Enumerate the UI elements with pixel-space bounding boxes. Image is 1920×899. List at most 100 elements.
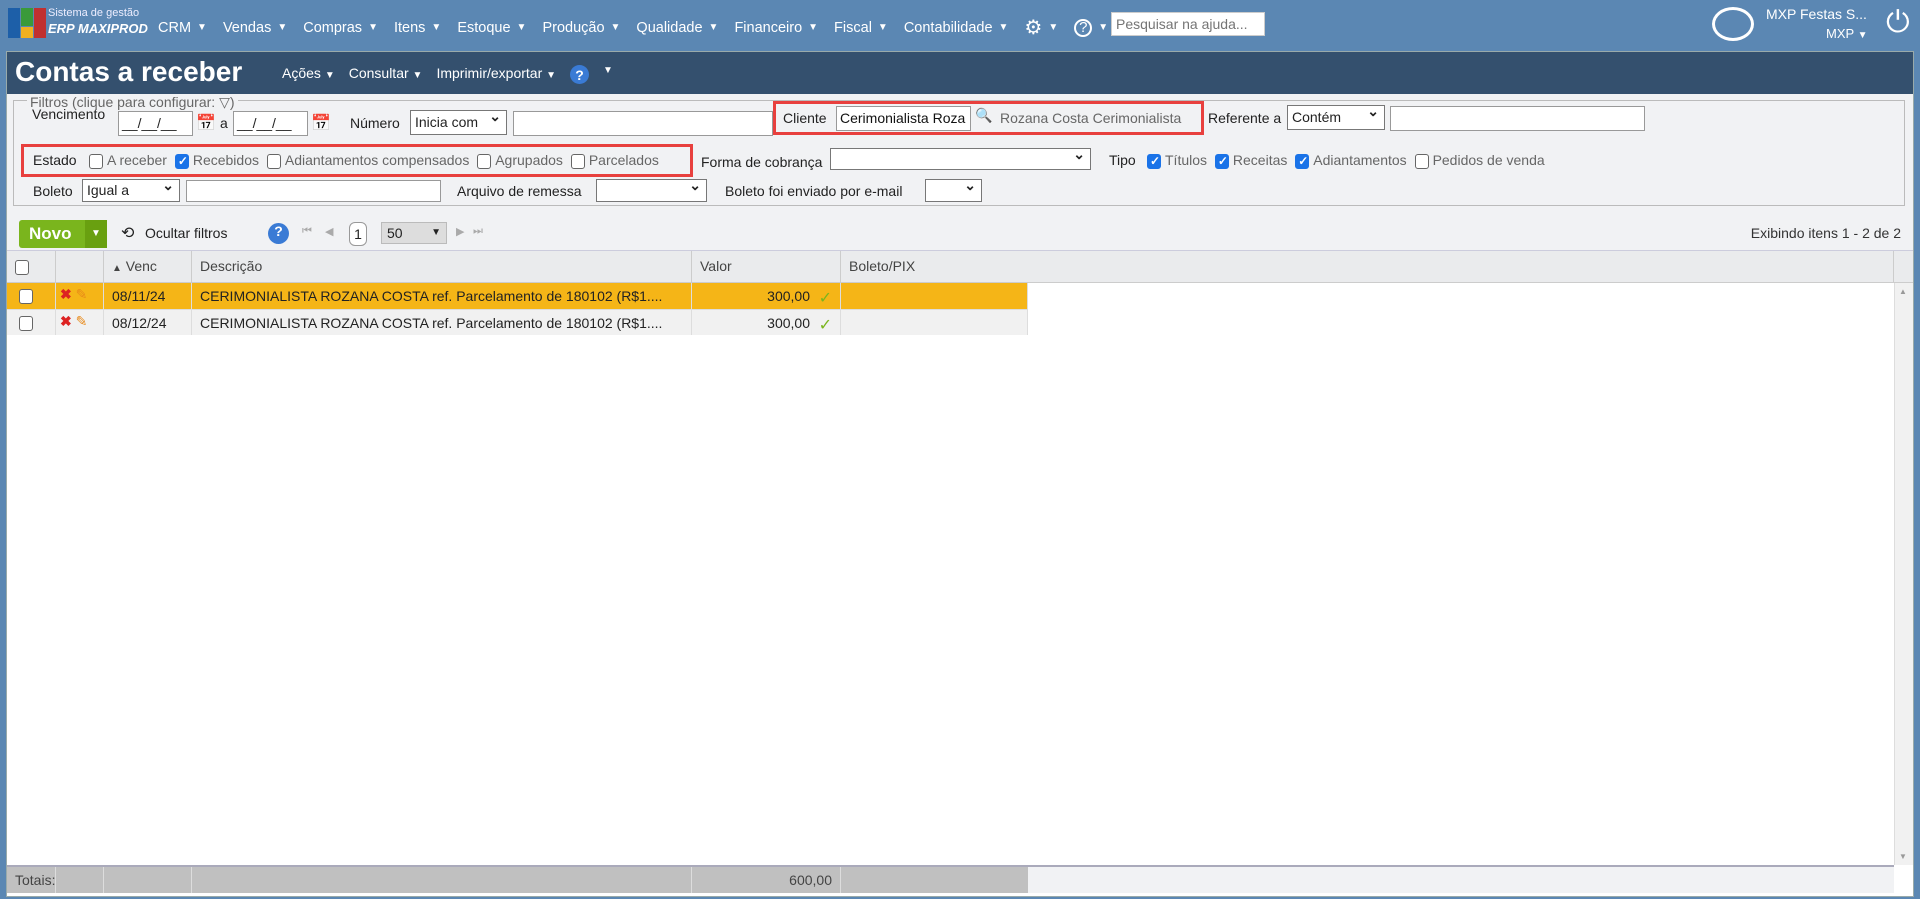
valor-cell: 300,00 ✓ bbox=[692, 283, 841, 309]
referente-input[interactable] bbox=[1390, 106, 1645, 131]
checkbox[interactable] bbox=[266, 153, 281, 169]
edit-pencil-icon[interactable]: ✎ bbox=[76, 313, 88, 329]
referente-operator-select[interactable]: Contém bbox=[1287, 103, 1385, 130]
boleto-email-select[interactable] bbox=[925, 177, 982, 202]
descricao-cell: CERIMONIALISTA ROZANA COSTA ref. Parcela… bbox=[192, 283, 692, 309]
delete-icon[interactable]: ✖ bbox=[60, 313, 72, 329]
help-icon[interactable]: ? bbox=[570, 65, 590, 84]
filter-funnel-icon[interactable]: ▽ bbox=[219, 94, 230, 110]
numero-operator-select[interactable]: Inicia com bbox=[410, 108, 507, 135]
column-boleto-pix[interactable]: Boleto/PIX bbox=[841, 251, 1894, 282]
menu-producao[interactable]: Produção ▼ bbox=[542, 15, 620, 40]
column-venc[interactable]: ▲ Venc bbox=[104, 251, 192, 282]
settings-menu[interactable]: ⚙ ▼ bbox=[1024, 15, 1058, 40]
search-icon[interactable]: 🔍 bbox=[975, 107, 992, 124]
menu-estoque[interactable]: Estoque ▼ bbox=[457, 15, 526, 40]
caret-down-icon[interactable]: ▼ bbox=[603, 65, 613, 84]
menu-financeiro[interactable]: Financeiro ▼ bbox=[734, 15, 818, 40]
menu-vendas[interactable]: Vendas ▼ bbox=[223, 15, 287, 40]
cliente-label: Cliente bbox=[783, 110, 827, 126]
page-number[interactable]: 1 bbox=[349, 222, 367, 246]
company-name[interactable]: MXP Festas S... bbox=[1766, 6, 1867, 22]
numero-label: Número bbox=[350, 115, 400, 131]
novo-button[interactable]: Novo ▼ bbox=[19, 220, 107, 248]
tipo-receitas[interactable]: Receitas bbox=[1214, 152, 1291, 169]
caret-down-icon: ▼ bbox=[808, 22, 819, 33]
option-label: Parcelados bbox=[588, 152, 659, 168]
menu-fiscal[interactable]: Fiscal ▼ bbox=[834, 15, 888, 40]
vertical-scrollbar[interactable]: ▲ ▼ bbox=[1894, 283, 1913, 865]
next-page-icon[interactable]: ▶ bbox=[456, 225, 464, 238]
filters-panel: Filtros (clique para configurar: ▽) Venc… bbox=[7, 94, 1913, 217]
forma-cobranca-select[interactable] bbox=[830, 146, 1091, 170]
menu-consultar[interactable]: Consultar ▼ bbox=[349, 65, 423, 84]
table-row[interactable]: ✖ ✎ 08/11/24 CERIMONIALISTA ROZANA COSTA… bbox=[7, 283, 1028, 309]
hide-filters-button[interactable]: Ocultar filtros bbox=[145, 225, 227, 241]
menu-contabilidade[interactable]: Contabilidade ▼ bbox=[904, 15, 1009, 40]
table-row[interactable]: ✖ ✎ 08/12/24 CERIMONIALISTA ROZANA COSTA… bbox=[7, 309, 1028, 335]
page-size-select[interactable]: 50 ▼ bbox=[381, 222, 447, 244]
cliente-input[interactable]: Cerimonialista Roza bbox=[836, 106, 971, 131]
venc-cell: 08/12/24 bbox=[104, 310, 192, 335]
checkbox[interactable] bbox=[89, 153, 103, 169]
estado-adiantamentos-compensados[interactable]: Adiantamentos compensados bbox=[266, 152, 473, 169]
menu-itens[interactable]: Itens ▼ bbox=[394, 15, 441, 40]
date-from-input[interactable]: __/__/__ bbox=[118, 111, 193, 136]
date-to-input[interactable]: __/__/__ bbox=[233, 111, 308, 136]
tipo-adiantamentos[interactable]: Adiantamentos bbox=[1295, 152, 1410, 169]
tipo-pedidos-venda[interactable]: Pedidos de venda bbox=[1414, 152, 1549, 169]
boleto-input[interactable] bbox=[186, 180, 441, 202]
menu-compras[interactable]: Compras ▼ bbox=[303, 15, 378, 40]
menu-crm[interactable]: CRM ▼ bbox=[158, 15, 207, 40]
column-valor[interactable]: Valor bbox=[692, 251, 841, 282]
power-icon[interactable]: ⏻ bbox=[1886, 6, 1910, 40]
select-all-checkbox[interactable] bbox=[15, 259, 29, 275]
user-menu[interactable]: MXP ▼ bbox=[1826, 26, 1867, 41]
checkbox[interactable] bbox=[174, 153, 189, 169]
scroll-up-icon[interactable]: ▲ bbox=[1899, 287, 1907, 296]
menu-imprimir[interactable]: Imprimir/exportar ▼ bbox=[436, 65, 556, 84]
estado-a-receber[interactable]: A receber bbox=[89, 152, 171, 169]
help-icon[interactable]: ? bbox=[268, 223, 289, 244]
chat-icon[interactable] bbox=[1712, 7, 1754, 41]
last-page-icon[interactable]: ⏭ bbox=[473, 225, 483, 238]
totals-cell bbox=[104, 867, 192, 893]
caret-down-icon[interactable]: ▼ bbox=[85, 220, 107, 248]
help-menu[interactable]: ? ▼ bbox=[1074, 15, 1108, 40]
calendar-icon[interactable]: 📅 bbox=[311, 113, 331, 133]
estado-parcelados[interactable]: Parcelados bbox=[570, 152, 663, 169]
prev-page-icon[interactable]: ◀ bbox=[325, 225, 333, 238]
check-icon: ✓ bbox=[818, 290, 832, 307]
boleto-operator-select[interactable]: Igual a bbox=[82, 177, 180, 202]
brand-name: ERP MAXIPROD bbox=[48, 21, 148, 36]
totals-cell bbox=[192, 867, 692, 893]
help-search-input[interactable] bbox=[1111, 12, 1265, 36]
caret-down-icon: ▼ bbox=[610, 22, 621, 33]
vencimento-label: Vencimento bbox=[32, 106, 106, 122]
estado-recebidos[interactable]: Recebidos bbox=[174, 152, 263, 169]
estado-agrupados[interactable]: Agrupados bbox=[477, 152, 567, 169]
checkbox[interactable] bbox=[1295, 153, 1310, 169]
checkbox[interactable] bbox=[570, 153, 585, 169]
row-checkbox[interactable] bbox=[19, 315, 33, 331]
forma-cobranca-label: Forma de cobrança bbox=[701, 154, 823, 170]
checkbox[interactable] bbox=[1414, 153, 1429, 169]
a-label: a bbox=[220, 115, 228, 131]
refresh-icon[interactable]: ⟲ bbox=[121, 223, 134, 243]
arquivo-remessa-select[interactable] bbox=[596, 177, 707, 202]
first-page-icon[interactable]: ⏮ bbox=[302, 225, 312, 238]
numero-input[interactable] bbox=[513, 111, 773, 136]
delete-icon[interactable]: ✖ bbox=[60, 286, 72, 302]
checkbox[interactable] bbox=[1147, 153, 1161, 169]
edit-pencil-icon[interactable]: ✎ bbox=[76, 286, 88, 302]
tipo-titulos[interactable]: Títulos bbox=[1147, 152, 1211, 169]
menu-qualidade[interactable]: Qualidade ▼ bbox=[636, 15, 718, 40]
checkbox[interactable] bbox=[477, 153, 492, 169]
row-checkbox[interactable] bbox=[19, 288, 33, 304]
calendar-icon[interactable]: 📅 bbox=[196, 113, 216, 133]
menu-acoes[interactable]: Ações ▼ bbox=[282, 65, 335, 84]
column-descricao[interactable]: Descrição bbox=[192, 251, 692, 282]
brand-subtitle: Sistema de gestão bbox=[48, 7, 140, 19]
checkbox[interactable] bbox=[1214, 153, 1229, 169]
scroll-down-icon[interactable]: ▼ bbox=[1899, 852, 1907, 861]
